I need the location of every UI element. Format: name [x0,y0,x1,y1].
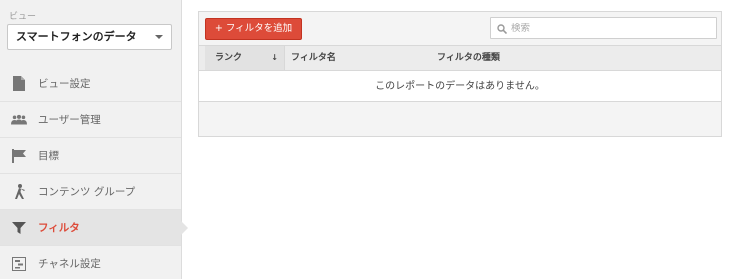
sort-down-icon: ↓ [271,53,278,62]
document-icon [11,75,27,91]
view-select[interactable]: スマートフォンのデータ [7,24,172,50]
add-filter-button[interactable]: + フィルタを追加 [205,18,302,40]
search-input[interactable] [511,22,701,34]
table-header: ランク ↓ フィルタ名 フィルタの種類 [199,45,721,71]
channel-icon [11,256,27,272]
sidebar-item-label: コンテンツ グループ [38,186,136,198]
sidebar-item-goals[interactable]: 目標 [0,137,181,173]
sidebar-item-label: ビュー設定 [38,77,91,90]
sidebar-item-channel-settings[interactable]: チャネル設定 [0,245,181,279]
sidebar-nav: ビュー設定 ユーザー管理 目標 コンテンツ グループ フィルタ チャネル設定 [0,65,188,279]
sidebar-item-label: ユーザー管理 [38,114,101,126]
search-icon [497,19,508,38]
view-label: ビュー [9,12,37,22]
column-header-filter-name[interactable]: フィルタ名 [291,46,336,70]
search-box[interactable] [490,17,717,39]
column-header-rank[interactable]: ランク ↓ [205,46,285,70]
sidebar-item-label: フィルタ [38,222,80,234]
sidebar-item-user-management[interactable]: ユーザー管理 [0,101,181,137]
sidebar-item-view-settings[interactable]: ビュー設定 [0,65,181,101]
filters-panel: + フィルタを追加 ランク ↓ フィルタ名 フィルタの種類 このレポートのデータ… [198,11,722,137]
sidebar-item-filters[interactable]: フィルタ [0,209,188,245]
sidebar-item-label: チャネル設定 [38,258,101,270]
filter-icon [11,220,27,236]
users-icon [11,112,27,128]
view-select-value: スマートフォンのデータ [16,30,137,43]
flag-icon [11,148,27,164]
sidebar: ビュー スマートフォンのデータ ビュー設定 ユーザー管理 目標 コンテンツ グル… [0,0,188,279]
column-label: ランク [215,53,243,63]
person-walk-icon [11,184,27,200]
chevron-down-icon [155,35,163,39]
column-header-filter-type[interactable]: フィルタの種類 [437,46,500,70]
sidebar-item-content-groups[interactable]: コンテンツ グループ [0,173,181,209]
empty-message: このレポートのデータはありません。 [199,71,721,102]
sidebar-item-label: 目標 [38,150,59,162]
toolbar: + フィルタを追加 [199,12,721,45]
